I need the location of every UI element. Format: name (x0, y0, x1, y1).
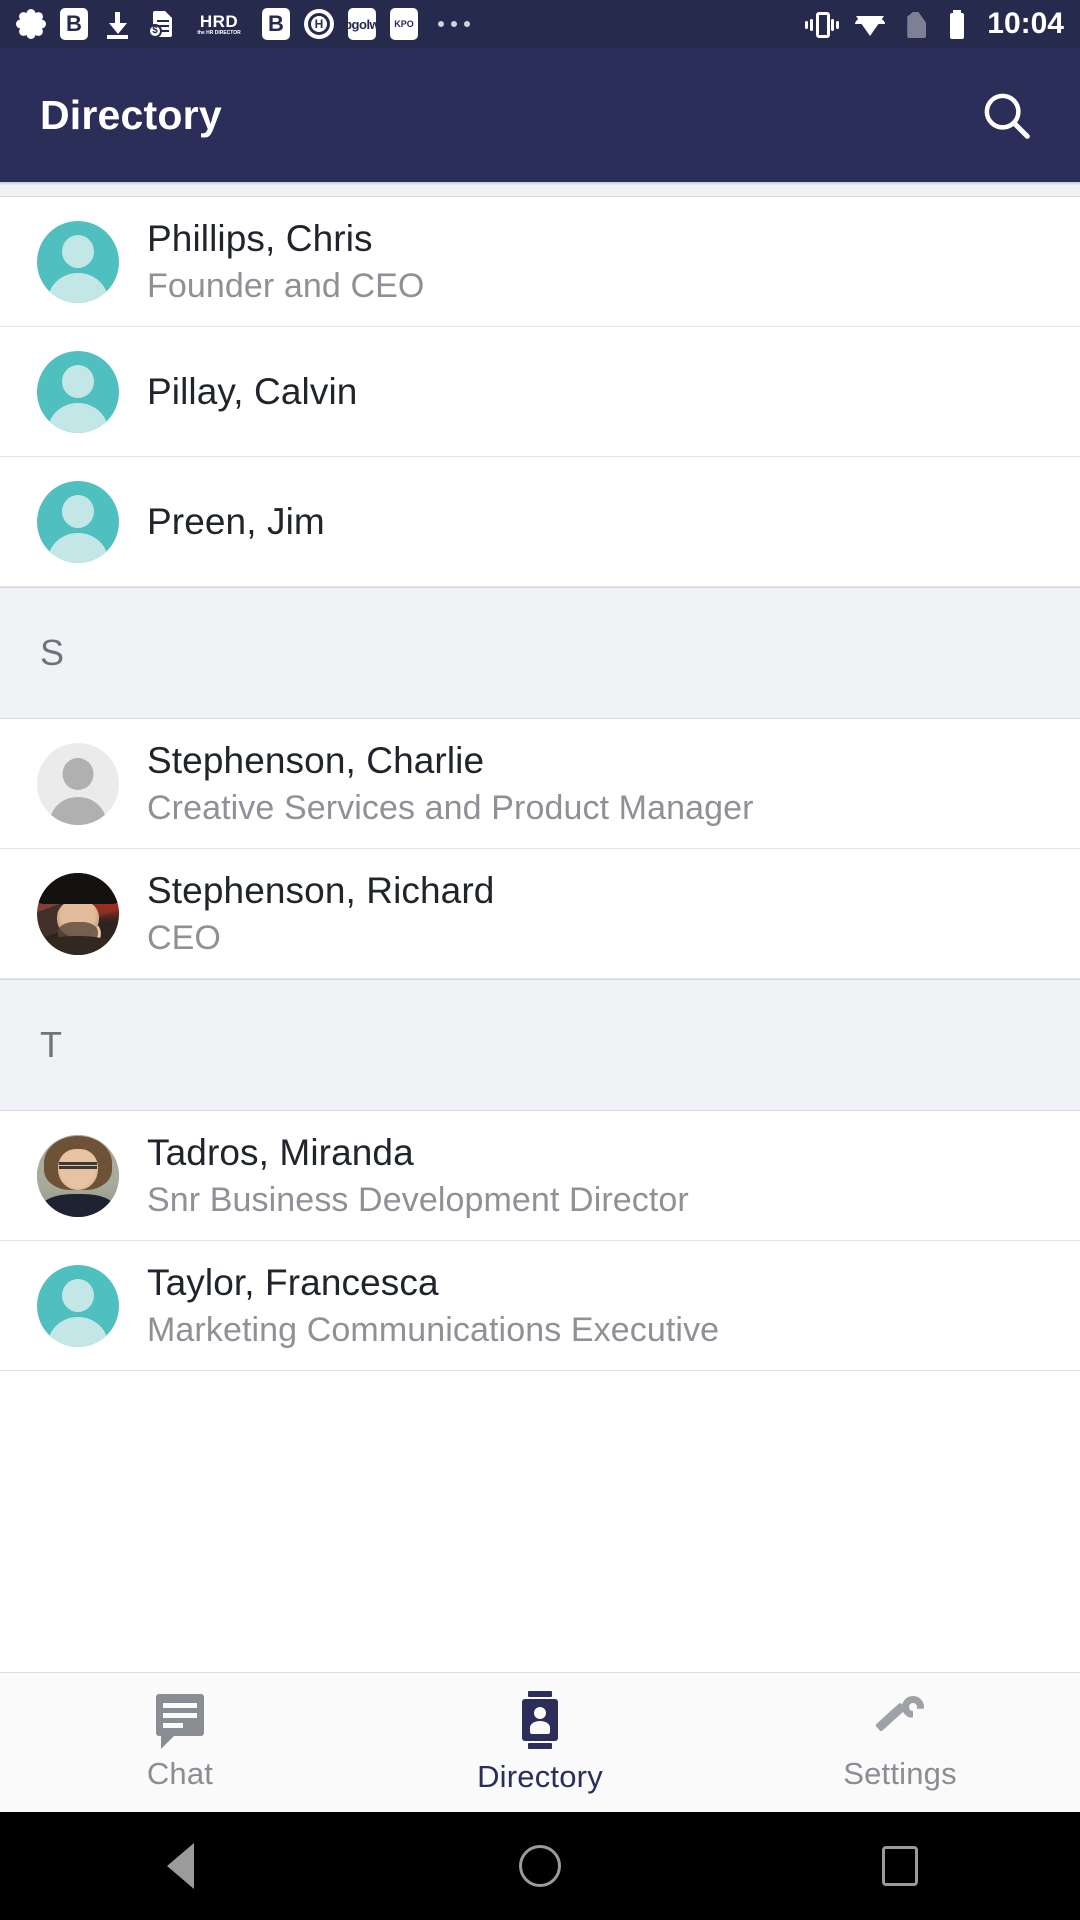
tab-directory[interactable]: Directory (360, 1690, 720, 1795)
app-bar: Directory (0, 48, 1080, 182)
battery-icon (947, 8, 967, 40)
avatar (37, 480, 119, 563)
contact-name: Pillay, Calvin (147, 370, 358, 412)
contact-name: Preen, Jim (147, 500, 325, 542)
contact-name: Stephenson, Richard (147, 869, 495, 911)
list-item[interactable]: Stephenson, Charlie Creative Services an… (0, 719, 1080, 849)
wrench-icon (872, 1694, 928, 1746)
contact-title: Marketing Communications Executive (147, 1311, 720, 1350)
download-icon (102, 8, 132, 40)
phone-screen: B $ HRD the HR DIRECTOR B H apgolwg KPO (0, 0, 1080, 1920)
list-item[interactable]: Tadros, Miranda Snr Business Development… (0, 1111, 1080, 1241)
hrd-the-hr-director-icon: HRD the HR DIRECTOR (197, 11, 241, 36)
list-item[interactable]: Stephenson, Richard CEO (0, 849, 1080, 979)
android-navigation-bar (0, 1812, 1080, 1920)
recents-button[interactable] (840, 1812, 960, 1920)
section-letter: T (40, 1024, 63, 1065)
section-letter: S (40, 632, 65, 673)
contact-title: Creative Services and Product Manager (147, 789, 754, 828)
tab-chat[interactable]: Chat (0, 1693, 360, 1792)
recents-square-icon (882, 1846, 918, 1886)
search-icon (984, 93, 1030, 139)
h-circle-app-icon: H (304, 8, 334, 40)
avatar (37, 350, 119, 433)
slack-icon (16, 8, 46, 40)
kpo-app-icon: KPO (390, 8, 418, 40)
home-button[interactable] (480, 1812, 600, 1920)
search-button[interactable] (970, 79, 1042, 151)
list-item[interactable]: Pillay, Calvin (0, 327, 1080, 457)
contact-title: Founder and CEO (147, 267, 425, 306)
more-notifications-icon (432, 21, 476, 27)
contact-title: CEO (147, 919, 221, 958)
list-item[interactable]: Preen, Jim (0, 457, 1080, 587)
wifi-icon (855, 8, 886, 40)
tab-settings[interactable]: Settings (720, 1694, 1080, 1792)
tab-directory-label: Directory (477, 1758, 603, 1794)
avatar (37, 1264, 119, 1347)
chat-icon (152, 1693, 208, 1749)
list-item[interactable]: Taylor, Francesca Marketing Communicatio… (0, 1241, 1080, 1371)
avatar (37, 1134, 119, 1217)
tab-settings-label: Settings (843, 1755, 957, 1791)
contact-title: Snr Business Development Director (147, 1181, 689, 1220)
contact-name: Tadros, Miranda (147, 1131, 414, 1173)
section-header-t: T (0, 979, 1080, 1111)
list-top-strip (0, 185, 1080, 197)
avatar (37, 872, 119, 955)
contact-name: Stephenson, Charlie (147, 739, 485, 781)
directory-card-icon (514, 1690, 566, 1749)
home-circle-icon (519, 1845, 561, 1887)
apgolwg-app-icon: apgolwg (337, 8, 387, 40)
contact-name: Taylor, Francesca (147, 1261, 439, 1303)
directory-list[interactable]: Phillips, Chris Founder and CEO Pillay, … (0, 182, 1080, 1672)
b-app-icon: B (262, 8, 290, 40)
status-bar-system-icons: 10:04 (805, 0, 1064, 41)
bullhorn-b-app-icon: B (60, 8, 88, 40)
contact-name: Phillips, Chris (147, 217, 373, 259)
dollar-sign-icon: $ (148, 24, 162, 38)
status-bar-clock: 10:04 (987, 7, 1064, 40)
avatar (37, 220, 119, 303)
page-title: Directory (40, 91, 222, 138)
avatar (37, 742, 119, 825)
back-button[interactable] (120, 1812, 240, 1920)
vibrate-icon (805, 8, 840, 40)
list-item[interactable]: Phillips, Chris Founder and CEO (0, 197, 1080, 327)
tab-chat-label: Chat (146, 1755, 214, 1791)
invoice-document-icon: $ (146, 8, 176, 40)
no-sim-card-icon (901, 0, 961, 40)
status-bar: B $ HRD the HR DIRECTOR B H apgolwg KPO (0, 0, 1080, 48)
back-triangle-icon (166, 1843, 194, 1889)
section-header-s: S (0, 587, 1080, 719)
bottom-navigation: Chat Directory Settings (0, 1672, 1080, 1812)
status-bar-notification-icons: B $ HRD the HR DIRECTOR B H apgolwg KPO (16, 8, 805, 40)
